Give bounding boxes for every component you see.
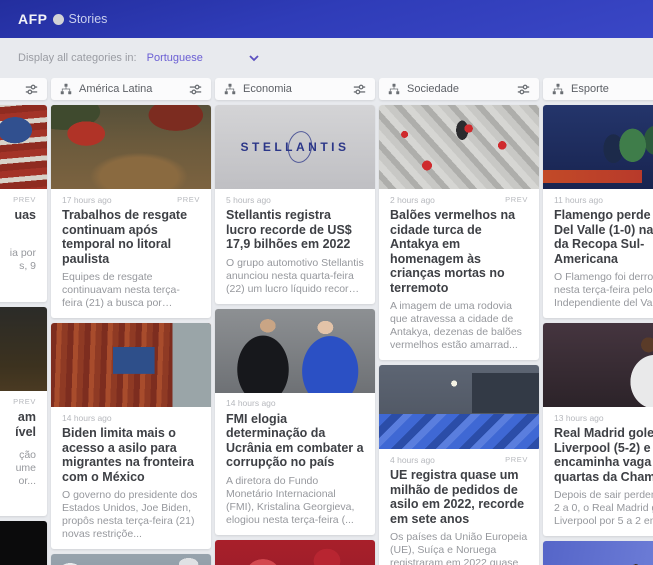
language-selected-value: Portuguese: [147, 52, 203, 64]
article-image: STELLANTIS: [215, 105, 375, 189]
card-timestamp: 4 hours ago: [390, 455, 435, 465]
column-title: Esporte: [571, 83, 653, 95]
news-card[interactable]: 14 hours ago Biden limita mais o acesso …: [51, 323, 211, 549]
afp-wordmark: AFP: [18, 11, 48, 27]
article-image: [379, 105, 539, 189]
filter-bar: Display all categories in: Portuguese: [0, 38, 653, 78]
card-description: Depois de sair perdendo por 2 a 0, o Rea…: [554, 489, 653, 528]
column-header: Sociedade: [379, 78, 539, 100]
card-description: Os países da União Europeia (UE), Suíça …: [390, 531, 528, 565]
column-title: Sociedade: [407, 83, 510, 95]
sitemap-icon: [224, 83, 236, 95]
column-header: Esporte: [543, 78, 653, 100]
news-card[interactable]: [543, 541, 653, 565]
card-description: A diretora do Fundo Monetário Internacio…: [226, 475, 364, 527]
column-header: [0, 78, 47, 100]
column-header: Economia: [215, 78, 375, 100]
article-image: [51, 554, 211, 565]
column-header: América Latina: [51, 78, 211, 100]
chevron-down-icon: [249, 55, 259, 62]
news-card[interactable]: 14 hours ago FMI elogia determinação da …: [215, 309, 375, 535]
category-board: PREV uas ia por s, 9 PREV am ível ção um…: [0, 78, 653, 565]
article-image: [51, 323, 211, 407]
news-card[interactable]: [51, 554, 211, 565]
column-sociedade: Sociedade 2 hours ago PREV Balões vermel…: [379, 78, 539, 565]
column-title: Economia: [243, 83, 346, 95]
card-title: Balões vermelhos na cidade turca de Anta…: [390, 208, 528, 295]
card-description: ção: [0, 449, 36, 462]
card-description: ume: [0, 462, 36, 475]
card-tag: PREV: [177, 195, 200, 204]
card-tag: PREV: [13, 397, 36, 406]
card-title: Biden limita mais o acesso a asilo para …: [62, 426, 200, 484]
sliders-icon[interactable]: [189, 83, 202, 96]
article-image: [543, 541, 653, 565]
article-image: [215, 540, 375, 565]
card-description: ia por: [0, 247, 36, 260]
card-title: Trabalhos de resgate continuam após temp…: [62, 208, 200, 266]
afp-globe-icon: [53, 14, 64, 25]
card-description: A imagem de uma rodovia que atravessa a …: [390, 300, 528, 352]
card-description: O governo do presidente dos Estados Unid…: [62, 489, 200, 541]
card-title: Real Madrid goleia Liverpool (5-2) e enc…: [554, 426, 653, 484]
article-image: [51, 105, 211, 189]
news-card[interactable]: PREV uas ia por s, 9: [0, 105, 47, 302]
card-title: UE registra quase um milhão de pedidos d…: [390, 468, 528, 526]
news-card[interactable]: [0, 521, 47, 565]
article-image: [0, 521, 47, 565]
column-america-latina: América Latina 17 hours ago PREV Trabalh…: [51, 78, 211, 565]
card-tag: PREV: [505, 195, 528, 204]
card-title: FMI elogia determinação da Ucrânia em co…: [226, 412, 364, 470]
card-timestamp: 2 hours ago: [390, 195, 435, 205]
sitemap-icon: [552, 83, 564, 95]
card-tag: PREV: [13, 195, 36, 204]
column-esporte: Esporte 11 hours ago Flamengo perde para…: [543, 78, 653, 565]
article-image: [543, 105, 653, 189]
card-title: Stellantis registra lucro recorde de US$…: [226, 208, 364, 252]
card-title: ível: [0, 425, 36, 440]
card-timestamp: 11 hours ago: [554, 195, 603, 205]
article-image: [0, 307, 47, 391]
sitemap-icon: [388, 83, 400, 95]
stories-label: Stories: [69, 12, 108, 26]
article-image: [0, 105, 47, 189]
column-title: América Latina: [79, 83, 182, 95]
column-economia: Economia STELLANTIS 5 hours ago Stellant…: [215, 78, 375, 565]
language-select[interactable]: Portuguese: [147, 52, 259, 64]
card-timestamp: 14 hours ago: [226, 398, 276, 408]
article-image: [215, 309, 375, 393]
article-image: [543, 323, 653, 407]
card-timestamp: 5 hours ago: [226, 195, 271, 205]
filter-label: Display all categories in:: [18, 52, 137, 64]
card-title: am: [0, 410, 36, 425]
app-header: AFP Stories: [0, 0, 653, 38]
news-card[interactable]: 11 hours ago Flamengo perde para o Del V…: [543, 105, 653, 318]
sliders-icon[interactable]: [25, 83, 38, 96]
news-card[interactable]: 4 hours ago PREV UE registra quase um mi…: [379, 365, 539, 565]
news-card[interactable]: STELLANTIS 5 hours ago Stellantis regist…: [215, 105, 375, 304]
news-card[interactable]: 17 hours ago PREV Trabalhos de resgate c…: [51, 105, 211, 318]
card-description: s, 9: [0, 260, 36, 273]
sitemap-icon: [60, 83, 72, 95]
card-tag: PREV: [505, 455, 528, 464]
card-description: O Flamengo foi derrotado nesta terça-fei…: [554, 271, 653, 310]
card-timestamp: 17 hours ago: [62, 195, 112, 205]
card-description: Equipes de resgate continuavam nesta ter…: [62, 271, 200, 310]
card-title: uas: [0, 208, 36, 223]
card-title: Flamengo perde para o Del Valle (1-0) na…: [554, 208, 653, 266]
card-description: O grupo automotivo Stellantis anunciou n…: [226, 257, 364, 296]
stellantis-oval-emblem: [285, 129, 314, 165]
card-description: or...: [0, 475, 36, 488]
news-card[interactable]: 13 hours ago Real Madrid goleia Liverpoo…: [543, 323, 653, 536]
afp-stories-logo[interactable]: AFP Stories: [18, 11, 107, 27]
card-timestamp: 13 hours ago: [554, 413, 604, 423]
news-card[interactable]: PREV am ível ção ume or...: [0, 307, 47, 516]
column-partial-left: PREV uas ia por s, 9 PREV am ível ção um…: [0, 78, 47, 565]
sliders-icon[interactable]: [517, 83, 530, 96]
news-card[interactable]: [215, 540, 375, 565]
news-card[interactable]: 2 hours ago PREV Balões vermelhos na cid…: [379, 105, 539, 360]
article-image: [379, 365, 539, 449]
sliders-icon[interactable]: [353, 83, 366, 96]
card-timestamp: 14 hours ago: [62, 413, 112, 423]
